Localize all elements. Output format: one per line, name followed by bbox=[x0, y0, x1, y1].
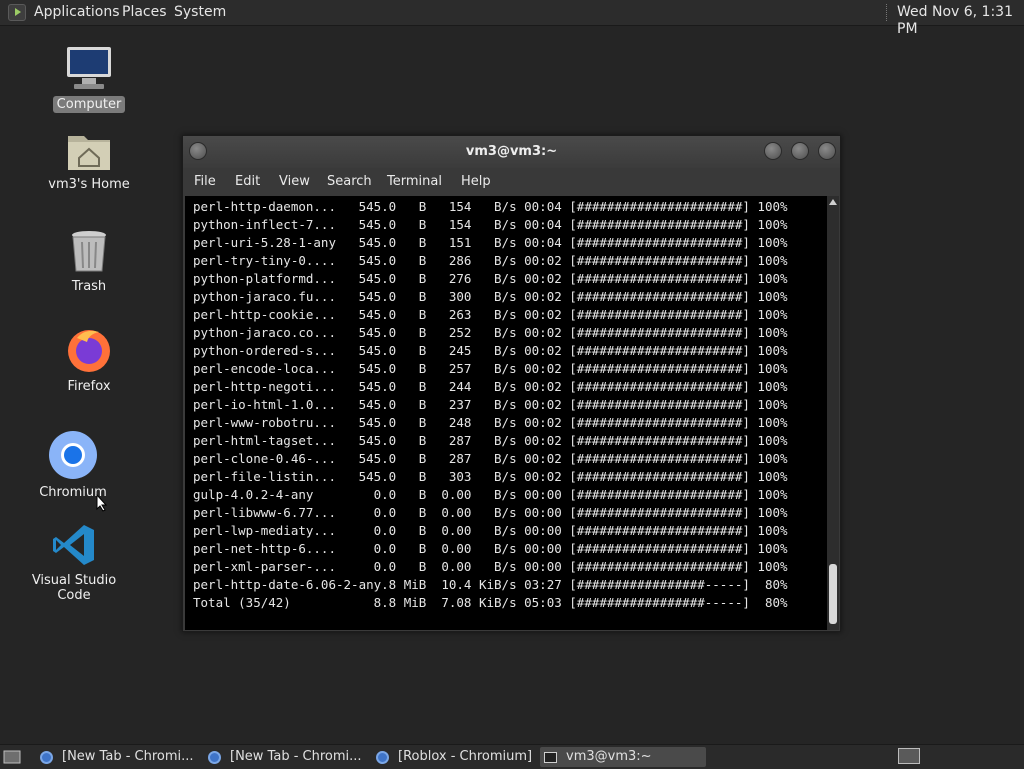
window-titlebar[interactable]: vm3@vm3:~ bbox=[183, 136, 840, 168]
menu-help[interactable]: Help bbox=[461, 174, 491, 190]
vscode-icon bbox=[53, 525, 94, 565]
desktop-icon-computer[interactable]: Computer bbox=[44, 44, 134, 113]
menu-terminal[interactable]: Terminal bbox=[387, 174, 442, 190]
terminal-output[interactable]: perl-http-daemon... 545.0 B 154 B/s 00:0… bbox=[185, 196, 827, 630]
terminal-menubar: File Edit View Search Terminal Help bbox=[183, 168, 840, 196]
chromium-icon bbox=[49, 431, 97, 479]
workspace-switcher[interactable] bbox=[898, 748, 920, 764]
desktop-icon-firefox[interactable]: Firefox bbox=[44, 326, 134, 395]
terminal-scrollbar[interactable] bbox=[827, 196, 839, 630]
close-button[interactable] bbox=[818, 142, 836, 160]
system-menu[interactable]: System bbox=[174, 4, 226, 21]
home-folder-icon bbox=[68, 136, 110, 170]
desktop-icon-label: vm3's Home bbox=[48, 177, 130, 192]
terminal-window[interactable]: vm3@vm3:~ File Edit View Search Terminal… bbox=[182, 135, 841, 632]
computer-icon bbox=[67, 47, 111, 89]
task-new-tab-1[interactable]: [New Tab - Chromi... bbox=[36, 747, 200, 767]
chromium-icon bbox=[208, 751, 221, 764]
desktop-icon-vscode[interactable]: Visual Studio Code bbox=[14, 522, 134, 604]
desktop-icon-label: Visual Studio Code bbox=[31, 573, 117, 603]
mouse-cursor-icon bbox=[96, 494, 108, 512]
menu-search[interactable]: Search bbox=[327, 174, 372, 190]
task-roblox[interactable]: [Roblox - Chromium] bbox=[372, 747, 536, 767]
applications-menu[interactable]: Applications bbox=[34, 4, 120, 21]
terminal-icon bbox=[544, 752, 557, 763]
task-new-tab-2[interactable]: [New Tab - Chromi... bbox=[204, 747, 368, 767]
desktop-icon-label: Firefox bbox=[67, 379, 111, 394]
desktop-icon-home[interactable]: vm3's Home bbox=[44, 128, 134, 193]
menu-file[interactable]: File bbox=[194, 174, 216, 190]
task-label: [Roblox - Chromium] bbox=[398, 749, 533, 764]
trash-icon bbox=[72, 231, 106, 272]
show-desktop-icon[interactable] bbox=[3, 749, 21, 765]
scroll-up-arrow-icon[interactable] bbox=[829, 199, 837, 205]
desktop-icon-chromium[interactable]: Chromium bbox=[28, 430, 118, 501]
window-title: vm3@vm3:~ bbox=[465, 144, 558, 159]
bottom-taskbar: [New Tab - Chromi... [New Tab - Chromi..… bbox=[0, 744, 1024, 769]
task-label: [New Tab - Chromi... bbox=[230, 749, 362, 764]
desktop-icon-trash[interactable]: Trash bbox=[44, 228, 134, 295]
minimize-button[interactable] bbox=[764, 142, 782, 160]
chromium-icon bbox=[40, 751, 53, 764]
applications-menu-icon[interactable] bbox=[8, 4, 26, 21]
panel-separator bbox=[886, 4, 889, 21]
places-menu[interactable]: Places bbox=[122, 4, 167, 21]
maximize-button[interactable] bbox=[791, 142, 809, 160]
terminal-text: perl-http-daemon... 545.0 B 154 B/s 00:0… bbox=[193, 199, 788, 610]
menu-edit[interactable]: Edit bbox=[235, 174, 260, 190]
task-label: [New Tab - Chromi... bbox=[62, 749, 194, 764]
clock[interactable]: Wed Nov 6, 1:31 PM bbox=[897, 4, 1024, 38]
menu-view[interactable]: View bbox=[279, 174, 310, 190]
task-label: vm3@vm3:~ bbox=[566, 749, 652, 764]
desktop-icon-label: Computer bbox=[52, 96, 126, 113]
firefox-icon bbox=[68, 330, 110, 372]
desktop-icon-label: Trash bbox=[71, 279, 107, 294]
task-terminal[interactable]: vm3@vm3:~ bbox=[540, 747, 706, 767]
top-panel: Applications Places System Wed Nov 6, 1:… bbox=[0, 0, 1024, 37]
scrollbar-thumb[interactable] bbox=[829, 564, 837, 624]
chromium-icon bbox=[376, 751, 389, 764]
